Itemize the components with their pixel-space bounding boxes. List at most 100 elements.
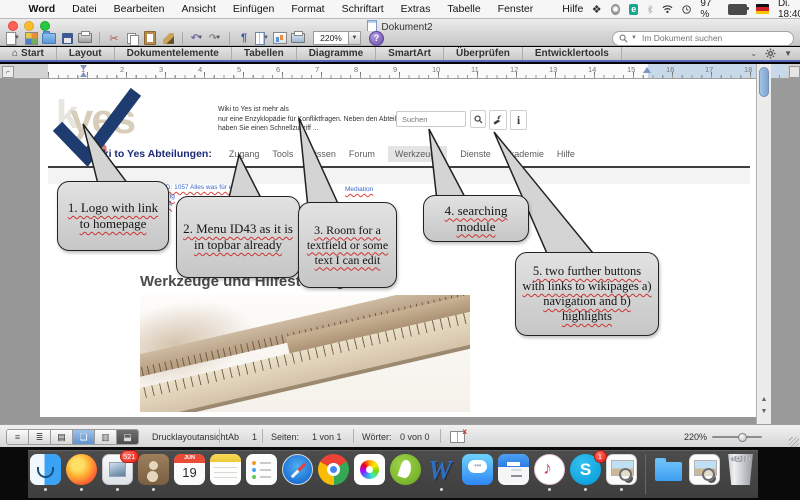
wiki-nav-forum[interactable]: Forum bbox=[349, 149, 375, 159]
dock-messages[interactable] bbox=[462, 454, 494, 485]
menu-ansicht[interactable]: Ansicht bbox=[173, 0, 224, 19]
window-resize-grip[interactable] bbox=[789, 437, 799, 447]
app-status-icon[interactable] bbox=[611, 4, 621, 15]
dock-photos[interactable] bbox=[354, 454, 386, 485]
wiki-search-input[interactable] bbox=[396, 111, 466, 127]
menu-word[interactable]: Word bbox=[20, 0, 64, 19]
dock-trash[interactable] bbox=[725, 454, 757, 485]
paste-button[interactable] bbox=[143, 32, 157, 44]
horizontal-ruler[interactable]: ⌐ 123456789101112131415161718 bbox=[0, 64, 800, 79]
outline-view-button[interactable]: ≣ bbox=[29, 430, 51, 444]
menu-fenster[interactable]: Fenster bbox=[489, 0, 542, 19]
callout-3-textfield[interactable]: 3. Room for a textfield or some text I c… bbox=[298, 202, 397, 288]
draft-view-button[interactable]: ≡ bbox=[7, 430, 29, 444]
ribbon-tab-dokumentelemente[interactable]: Dokumentelemente bbox=[115, 47, 232, 60]
media-browser-button[interactable] bbox=[273, 32, 287, 44]
wiki-nav-zugang[interactable]: Zugang bbox=[229, 149, 260, 159]
ribbon-tab-entwicklertools[interactable]: Entwicklertools bbox=[523, 47, 622, 60]
menu-format[interactable]: Format bbox=[283, 0, 333, 19]
dock-firefox[interactable] bbox=[66, 454, 98, 491]
menubar-clock[interactable]: Di. 18:40 bbox=[778, 0, 800, 20]
zoom-slider-knob[interactable] bbox=[738, 433, 747, 442]
ribbon-tab-tabellen[interactable]: Tabellen bbox=[232, 47, 297, 60]
callout-1-logo[interactable]: 1. Logo with link to homepage bbox=[57, 181, 169, 251]
cut-button[interactable]: ✂ bbox=[107, 32, 121, 44]
print-layout-view-button[interactable]: ❏ bbox=[73, 430, 95, 444]
wiki-tools-button[interactable] bbox=[489, 110, 507, 130]
menu-einfügen[interactable]: Einfügen bbox=[224, 0, 282, 19]
dock-skype[interactable]: 1 bbox=[570, 454, 602, 491]
ruler-toggle-box[interactable] bbox=[789, 66, 800, 78]
document-search-input[interactable] bbox=[640, 32, 787, 44]
gear-icon[interactable] bbox=[765, 48, 776, 59]
vscroll-thumb[interactable] bbox=[759, 67, 769, 97]
print-button[interactable] bbox=[78, 32, 92, 44]
search-scope-dropdown[interactable]: ▼ bbox=[631, 35, 637, 41]
menu-extras[interactable]: Extras bbox=[392, 0, 439, 19]
menu-schriftart[interactable]: Schriftart bbox=[333, 0, 392, 19]
zoom-slider[interactable] bbox=[712, 436, 762, 438]
vertical-scrollbar[interactable]: ▲ ▼ bbox=[756, 64, 771, 424]
ribbon-tab-diagramme[interactable]: Diagramme bbox=[297, 47, 376, 60]
dock-calendar[interactable]: JUN19 bbox=[174, 454, 206, 485]
copy-button[interactable] bbox=[125, 32, 139, 44]
bluetooth-icon[interactable] bbox=[647, 4, 653, 15]
wiki-nav-wissen[interactable]: Wissen bbox=[306, 149, 336, 159]
wiki-nav-hilfe[interactable]: Hilfe bbox=[557, 149, 575, 159]
menu-datei[interactable]: Datei bbox=[64, 0, 106, 19]
show-formatting-button[interactable]: ¶ bbox=[237, 32, 251, 44]
collapse-ribbon-button[interactable]: ⌄ bbox=[750, 49, 757, 58]
wiki-nav-tools[interactable]: Tools bbox=[272, 149, 293, 159]
ribbon-tab-überprüfen[interactable]: Überprüfen bbox=[444, 47, 523, 60]
format-painter-button[interactable] bbox=[161, 32, 175, 44]
ribbon-tab-start[interactable]: Start bbox=[0, 47, 57, 60]
dock-dragon[interactable] bbox=[390, 454, 422, 485]
wiki-nav-werkzeuge[interactable]: Werkzeuge bbox=[388, 146, 447, 162]
dock-contacts[interactable] bbox=[138, 454, 170, 491]
dock-pictures[interactable] bbox=[689, 454, 721, 485]
words-label[interactable]: Wörter: bbox=[362, 432, 392, 442]
callout-2-menu[interactable]: 2. Menu ID43 as it is in topbar already bbox=[176, 196, 300, 278]
dock-reminders[interactable] bbox=[246, 454, 278, 485]
columns-button[interactable]: ▼ bbox=[255, 32, 269, 44]
wiki-info-button[interactable]: i bbox=[510, 110, 527, 130]
zoom-dropdown[interactable]: ▼ bbox=[349, 31, 361, 45]
dock-folder[interactable] bbox=[653, 454, 685, 485]
words-value[interactable]: 0 von 0 bbox=[400, 432, 430, 442]
fullscreen-view-button[interactable]: ⬓ bbox=[117, 430, 138, 444]
evernote-icon[interactable]: e bbox=[629, 4, 638, 15]
zoom-value[interactable]: 220% bbox=[313, 31, 349, 45]
undo-button[interactable]: ↶▼ bbox=[190, 32, 204, 44]
wiki-link-fragment[interactable]: ID: 1057 Alles was für ein bbox=[164, 184, 237, 191]
notebook-view-button[interactable]: ▥ bbox=[95, 430, 117, 444]
tab-stop-selector[interactable]: ⌐ bbox=[2, 66, 14, 78]
ribbon-tab-layout[interactable]: Layout bbox=[57, 47, 115, 60]
section-value[interactable]: 1 bbox=[252, 432, 257, 442]
publishing-view-button[interactable]: ▤ bbox=[51, 430, 73, 444]
redo-button[interactable]: ↷▼ bbox=[208, 32, 222, 44]
menu-tabelle[interactable]: Tabelle bbox=[439, 0, 489, 19]
wiki-nav-akademie[interactable]: Akademie bbox=[504, 149, 544, 159]
document-gallery-button[interactable] bbox=[24, 32, 38, 44]
open-button[interactable] bbox=[42, 32, 56, 44]
spelling-status-icon[interactable] bbox=[450, 431, 465, 443]
dock-safari[interactable] bbox=[282, 454, 314, 485]
new-document-button[interactable]: ▼ bbox=[6, 32, 20, 44]
wifi-icon[interactable] bbox=[662, 4, 673, 14]
menu-bearbeiten[interactable]: Bearbeiten bbox=[105, 0, 173, 19]
zoom-control[interactable]: 220% ▼ bbox=[313, 31, 361, 45]
help-button[interactable]: ? bbox=[369, 31, 384, 46]
wiki-nav-dienste[interactable]: Dienste bbox=[460, 149, 491, 159]
wiki-logo-checkmark[interactable] bbox=[50, 87, 180, 177]
dock-word[interactable] bbox=[426, 454, 458, 491]
dock-itunes[interactable] bbox=[534, 454, 566, 491]
callout-5-buttons[interactable]: 5. two further buttons with links to wik… bbox=[515, 252, 659, 336]
wiki-link-mediation[interactable]: Mediation bbox=[345, 186, 373, 193]
wiki-search-button[interactable] bbox=[470, 110, 486, 128]
dock-chrome[interactable] bbox=[318, 454, 350, 485]
menu-hilfe[interactable]: Hilfe bbox=[554, 0, 592, 19]
scroll-down-arrow[interactable]: ▼ bbox=[757, 408, 771, 415]
german-flag-icon[interactable] bbox=[756, 4, 769, 14]
ribbon-tab-smartart[interactable]: SmartArt bbox=[376, 47, 444, 60]
dock-finder[interactable] bbox=[30, 454, 62, 491]
